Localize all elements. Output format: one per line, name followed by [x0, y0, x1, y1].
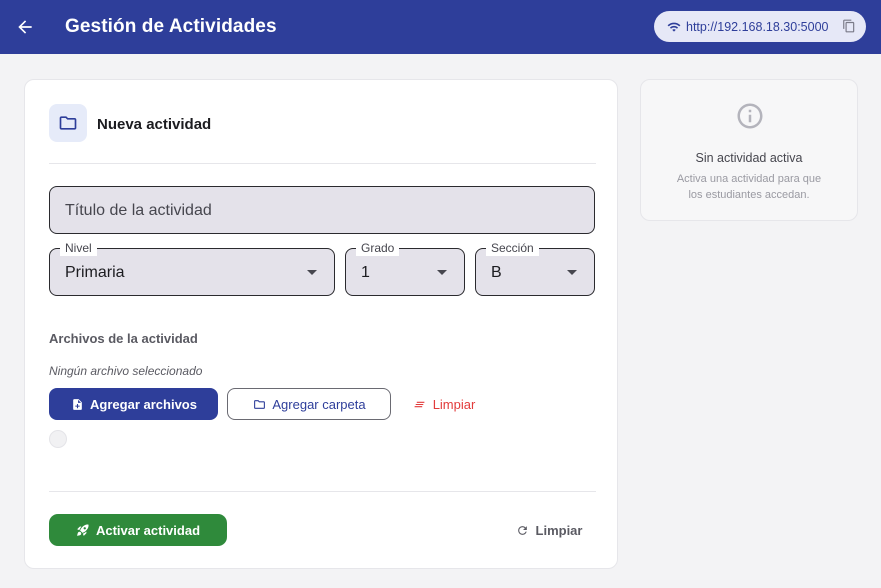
seccion-label: Sección	[486, 240, 539, 256]
card-footer-divider	[49, 491, 596, 492]
add-files-button[interactable]: Agregar archivos	[49, 388, 218, 420]
nivel-select[interactable]: Nivel Primaria	[49, 240, 335, 296]
rocket-icon	[76, 523, 90, 537]
chevron-down-icon	[567, 270, 577, 275]
nivel-label: Nivel	[60, 240, 97, 256]
refresh-icon	[516, 523, 530, 537]
card-divider	[49, 163, 596, 164]
app-title: Gestión de Actividades	[65, 16, 277, 37]
copy-icon[interactable]	[842, 19, 856, 33]
card-title: Nueva actividad	[97, 116, 212, 133]
clear-all-icon	[413, 397, 427, 411]
activate-activity-label: Activar actividad	[95, 522, 201, 538]
card-header-icon	[49, 104, 87, 142]
file-add-icon	[70, 397, 84, 411]
seccion-value: B	[491, 264, 502, 281]
files-section-label: Archivos de la actividad	[49, 331, 198, 346]
activate-activity-button[interactable]: Activar actividad	[49, 514, 227, 546]
activity-title-placeholder: Título de la actividad	[65, 202, 212, 219]
app-bar: Gestión de Actividades http://192.168.18…	[0, 0, 881, 54]
folder-icon	[252, 397, 266, 411]
no-files-text: Ningún archivo seleccionado	[49, 364, 203, 378]
nivel-value: Primaria	[65, 264, 125, 281]
add-folder-button[interactable]: Agregar carpeta	[227, 388, 391, 420]
clear-files-button[interactable]: Limpiar	[409, 388, 479, 420]
grado-select[interactable]: Grado 1	[345, 240, 465, 296]
folder-icon	[59, 116, 77, 130]
info-icon	[737, 103, 763, 129]
wifi-icon	[666, 19, 681, 34]
back-button[interactable]	[12, 14, 38, 40]
chevron-down-icon	[307, 270, 317, 275]
add-folder-label: Agregar carpeta	[272, 396, 366, 412]
server-url-pill: http://192.168.18.30:5000	[654, 11, 866, 42]
add-files-label: Agregar archivos	[90, 396, 197, 412]
activity-title-input[interactable]: Título de la actividad	[49, 186, 595, 234]
status-title: Sin actividad activa	[695, 151, 803, 165]
clear-files-label: Limpiar	[432, 396, 476, 412]
arrow-left-icon	[18, 20, 32, 34]
reset-form-label: Limpiar	[535, 522, 583, 538]
server-url: http://192.168.18.30:5000	[686, 19, 829, 34]
seccion-select[interactable]: Sección B	[475, 240, 595, 296]
active-activity-status-card: Sin actividad activa Activa una activida…	[640, 79, 858, 221]
status-subtitle: Activa una actividad para que los estudi…	[676, 173, 822, 201]
grado-value: 1	[361, 264, 370, 281]
grado-label: Grado	[356, 240, 400, 256]
reset-form-button[interactable]: Limpiar	[513, 514, 585, 546]
new-activity-card: Nueva actividad Título de la actividad N…	[24, 79, 618, 569]
chevron-down-icon	[437, 270, 447, 275]
files-toggle[interactable]	[49, 430, 67, 448]
